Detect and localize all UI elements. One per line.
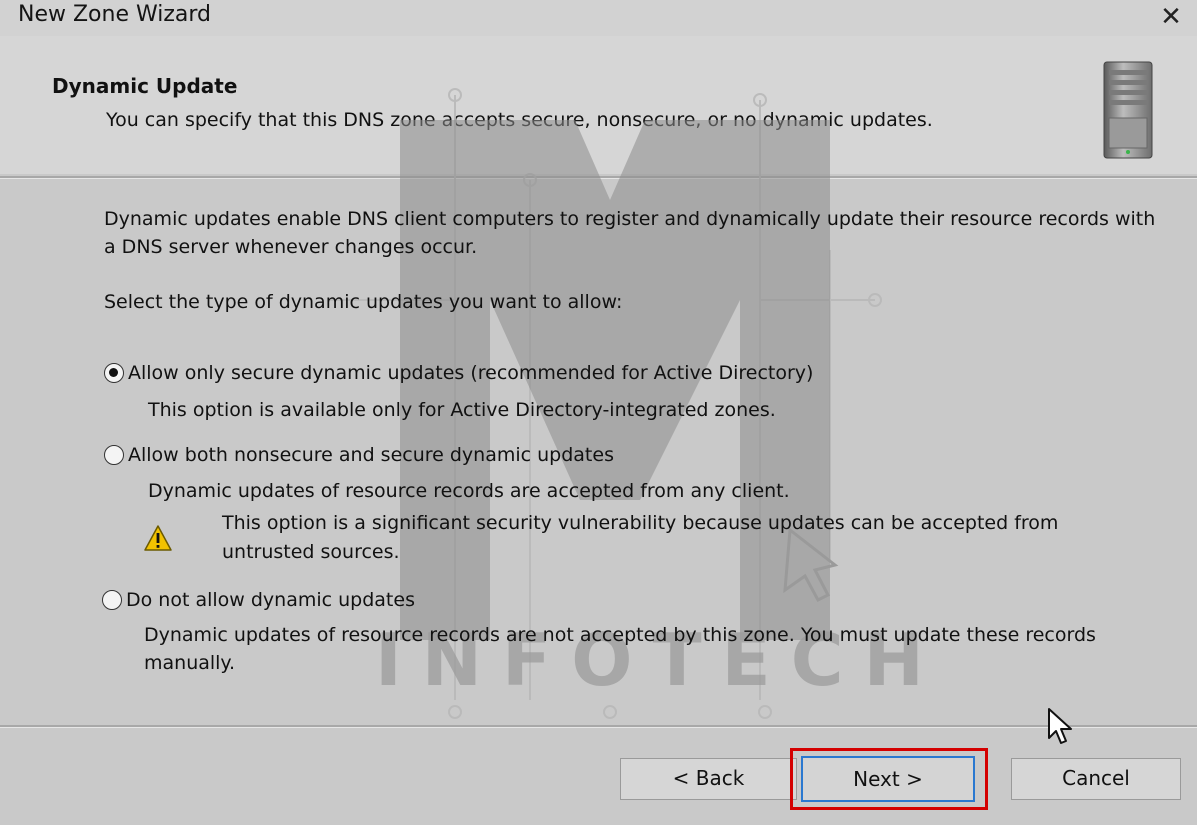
select-prompt: Select the type of dynamic updates you w…	[104, 291, 623, 313]
close-button[interactable]: ✕	[1151, 0, 1191, 34]
window-title: New Zone Wizard	[18, 2, 212, 27]
mouse-cursor-icon	[1048, 708, 1072, 744]
option-no-updates[interactable]: Do not allow dynamic updates	[102, 589, 415, 611]
radio-button[interactable]	[104, 445, 124, 465]
radio-button-selected[interactable]	[104, 363, 124, 383]
radio-button[interactable]	[102, 590, 122, 610]
option-label[interactable]: Do not allow dynamic updates	[126, 589, 415, 611]
back-button[interactable]: < Back	[620, 758, 797, 800]
footer-divider	[0, 725, 1197, 728]
option-description: This option is available only for Active…	[148, 399, 776, 421]
close-icon: ✕	[1160, 2, 1182, 32]
option-label[interactable]: Allow both nonsecure and secure dynamic …	[128, 444, 614, 466]
intro-text: Dynamic updates enable DNS client comput…	[104, 208, 1156, 258]
option-secure-only[interactable]: Allow only secure dynamic updates (recom…	[104, 362, 813, 384]
security-warning-text: This option is a significant security vu…	[222, 512, 1059, 563]
page-title: Dynamic Update	[52, 74, 238, 98]
option-description: Dynamic updates of resource records are …	[148, 480, 790, 502]
wizard-header: Dynamic Update You can specify that this…	[0, 36, 1197, 174]
header-divider	[0, 176, 1197, 179]
option-description: Dynamic updates of resource records are …	[144, 624, 1096, 674]
next-button[interactable]: Next >	[801, 756, 975, 802]
option-label[interactable]: Allow only secure dynamic updates (recom…	[128, 362, 813, 384]
page-description: You can specify that this DNS zone accep…	[106, 109, 933, 131]
option-nonsecure-and-secure[interactable]: Allow both nonsecure and secure dynamic …	[104, 444, 614, 466]
server-tower-icon	[1103, 61, 1153, 159]
cancel-button[interactable]: Cancel	[1011, 758, 1181, 800]
title-bar: New Zone Wizard ✕	[0, 0, 1197, 36]
warning-triangle-icon	[144, 525, 172, 551]
